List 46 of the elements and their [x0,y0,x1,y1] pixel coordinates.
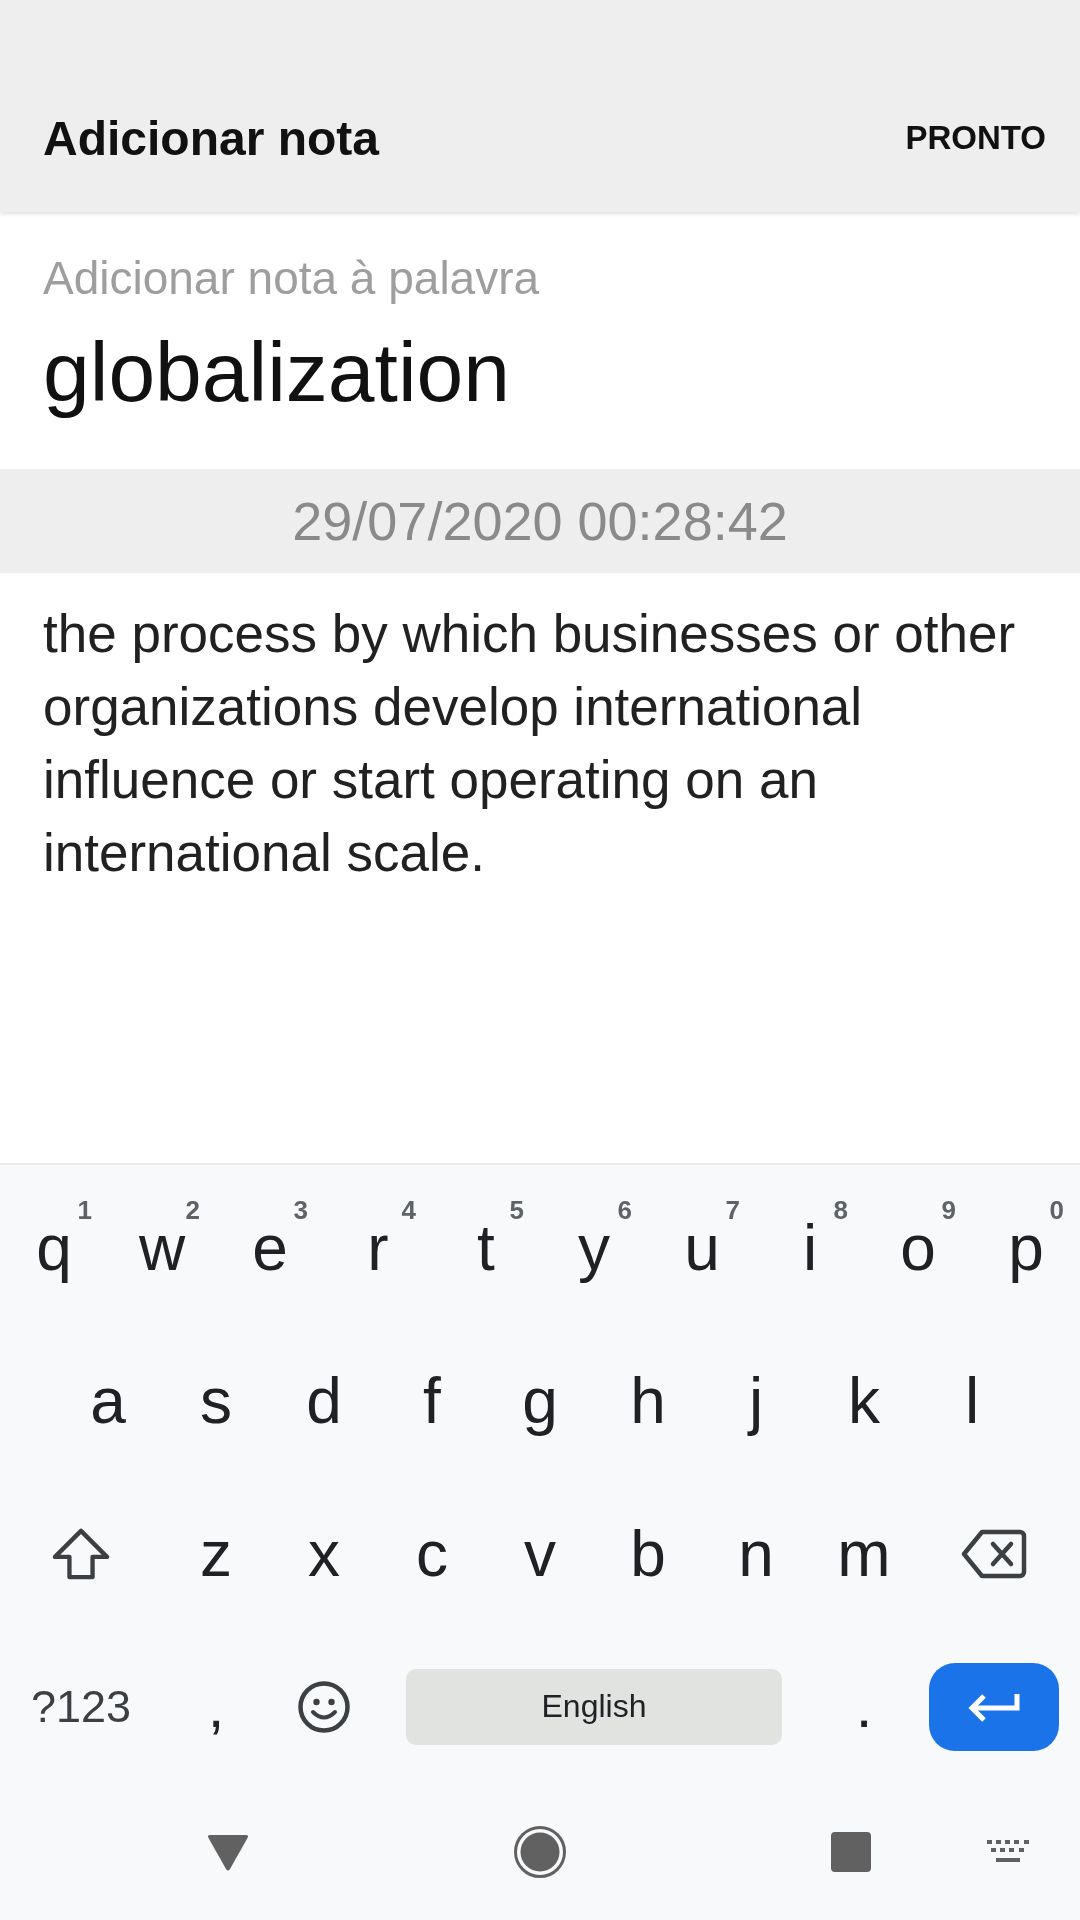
keyboard-icon[interactable] [987,1839,1029,1864]
symbols-key[interactable]: ?123 [26,1672,136,1741]
letter-key[interactable]: h [600,1345,696,1456]
letter-key[interactable]: k [816,1345,912,1456]
number-hint: 2 [185,1194,200,1226]
word-label: Adicionar nota à palavra [43,251,540,306]
letter-key[interactable]: , [168,1651,264,1762]
letter-key[interactable]: a [60,1345,156,1456]
shift-icon[interactable] [52,1527,110,1580]
number-hint: 5 [509,1194,524,1226]
enter-key[interactable] [929,1662,1059,1751]
done-button[interactable]: PRONTO [901,113,1050,163]
letter-key[interactable]: . [816,1651,912,1762]
letter-key[interactable]: d [276,1345,372,1456]
backspace-icon[interactable] [961,1528,1027,1579]
number-hint: 8 [833,1194,848,1226]
number-hint: 7 [725,1194,740,1226]
recents-icon[interactable] [831,1831,871,1872]
letter-key[interactable]: x [276,1498,372,1609]
number-hint: 9 [941,1194,956,1226]
number-hint: 0 [1049,1194,1064,1226]
screen-title: Adicionar nota [43,110,380,166]
letter-key[interactable]: b [600,1498,696,1609]
letter-key[interactable]: t 5 [438,1192,534,1303]
number-hint: 6 [617,1194,632,1226]
timestamp: 29/07/2020 00:28:42 [292,490,788,552]
letter-key[interactable]: r 4 [330,1192,426,1303]
letter-key[interactable]: m [816,1498,912,1609]
letter-key[interactable]: i 8 [762,1192,858,1303]
letter-key[interactable]: c [384,1498,480,1609]
number-hint: 4 [401,1194,416,1226]
space-bar[interactable]: English [406,1668,782,1745]
letter-key[interactable]: n [708,1498,804,1609]
note-field[interactable]: the process by which businesses or other organizations develop international influence or start operating on an international scale. [43,597,1037,889]
letter-key[interactable]: s [168,1345,264,1456]
letter-key[interactable]: f [384,1345,480,1456]
home-icon[interactable] [514,1825,566,1878]
number-hint: 3 [293,1194,308,1226]
letter-key[interactable]: z [168,1498,264,1609]
letter-key[interactable]: v [492,1498,588,1609]
emoji-icon[interactable] [298,1680,350,1733]
letter-key[interactable]: j [708,1345,804,1456]
word-title: globalization [43,324,510,421]
number-hint: 1 [77,1194,92,1226]
letter-key[interactable]: g [492,1345,588,1456]
letter-key[interactable]: l [924,1345,1020,1456]
